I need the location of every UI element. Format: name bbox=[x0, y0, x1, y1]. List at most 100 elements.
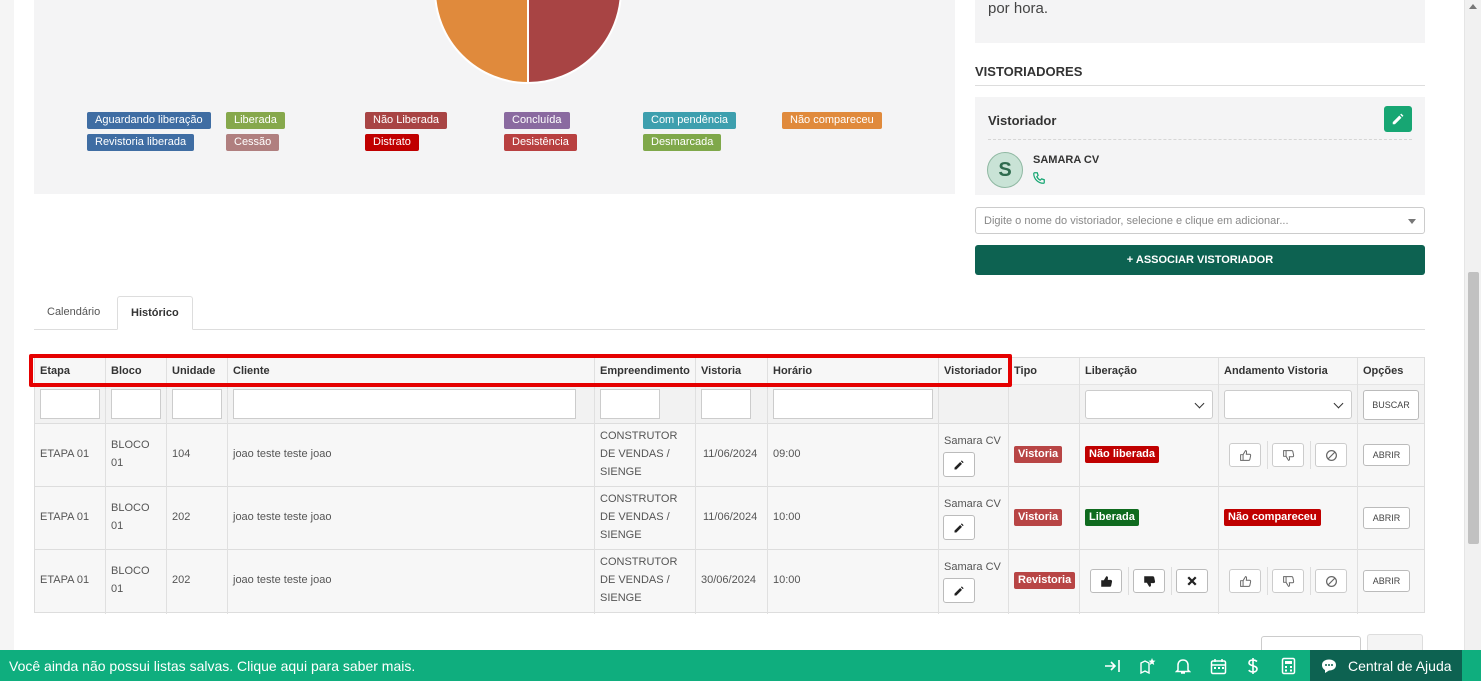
legend-item[interactable]: Concluída bbox=[504, 112, 570, 129]
edit-row-button[interactable] bbox=[943, 515, 975, 540]
calendar-icon[interactable] bbox=[1209, 657, 1227, 675]
no-show-button[interactable] bbox=[1315, 569, 1347, 593]
tab-history[interactable]: Histórico bbox=[117, 296, 193, 330]
cell-bloco: BLOCO 01 bbox=[111, 502, 150, 532]
section-divider bbox=[975, 85, 1425, 86]
separator bbox=[1171, 567, 1172, 595]
inspector-name: SAMARA CV bbox=[1033, 154, 1100, 166]
open-button[interactable]: ABRIR bbox=[1363, 444, 1410, 466]
pie-slice-1[interactable] bbox=[434, 0, 529, 84]
cell-etapa: ETAPA 01 bbox=[40, 448, 90, 460]
legend-item[interactable]: Não compareceu bbox=[782, 112, 882, 129]
type-badge: Revistoria bbox=[1014, 572, 1076, 589]
separator bbox=[1310, 567, 1311, 595]
legend-item[interactable]: Não Liberada bbox=[365, 112, 448, 129]
card-divider bbox=[988, 139, 1412, 140]
release-cancel-button[interactable] bbox=[1176, 569, 1208, 593]
cell-vistoriador: Samara CV bbox=[944, 435, 1001, 447]
reject-button[interactable] bbox=[1272, 569, 1304, 593]
legend-item[interactable]: Com pendência bbox=[643, 112, 737, 129]
dollar-icon[interactable] bbox=[1244, 657, 1262, 675]
associate-inspector-button[interactable]: + ASSOCIAR VISTORIADOR bbox=[975, 245, 1425, 275]
separator bbox=[1128, 567, 1129, 595]
legend-item[interactable]: Desmarcada bbox=[643, 134, 722, 151]
chart-legend: Aguardando liberação Liberada Não Liberada… bbox=[87, 112, 907, 156]
col-divider bbox=[767, 358, 768, 614]
pencil-icon bbox=[1392, 113, 1404, 125]
col-divider bbox=[938, 358, 939, 614]
edit-row-button[interactable] bbox=[943, 452, 975, 477]
scrollbar-thumb[interactable] bbox=[1468, 272, 1479, 544]
close-icon bbox=[1187, 576, 1197, 586]
scroll-up-icon[interactable] bbox=[1469, 4, 1477, 9]
search-button[interactable]: BUSCAR bbox=[1363, 390, 1419, 420]
release-reject-button[interactable] bbox=[1133, 569, 1165, 593]
filter-liberacao-select[interactable] bbox=[1085, 390, 1213, 419]
legend-item[interactable]: Distrato bbox=[365, 134, 419, 151]
vertical-scrollbar[interactable] bbox=[1464, 0, 1481, 650]
col-horario: Horário bbox=[773, 365, 813, 377]
approve-button[interactable] bbox=[1229, 569, 1261, 593]
bell-icon[interactable] bbox=[1174, 657, 1192, 675]
thumbs-down-icon bbox=[1282, 575, 1294, 587]
cell-empreendimento: CONSTRUTOR DE VENDAS / SIENGE bbox=[600, 556, 678, 604]
col-divider bbox=[1008, 358, 1009, 614]
col-divider bbox=[1357, 358, 1358, 614]
saved-lists-message[interactable]: Você ainda não possui listas salvas. Cli… bbox=[9, 658, 415, 674]
cell-unidade: 202 bbox=[172, 574, 191, 586]
filter-bloco-input[interactable] bbox=[111, 389, 161, 419]
inspector-card-title: Vistoriador bbox=[988, 113, 1057, 128]
col-bloco: Bloco bbox=[111, 365, 142, 377]
help-center-label: Central de Ajuda bbox=[1348, 658, 1452, 674]
inspectors-section-title: VISTORIADORES bbox=[975, 64, 1083, 79]
filter-andamento-select[interactable] bbox=[1224, 390, 1352, 419]
thumbs-up-icon bbox=[1239, 575, 1251, 587]
filter-vistoria-input[interactable] bbox=[701, 389, 751, 419]
open-button[interactable]: ABRIR bbox=[1363, 570, 1410, 592]
release-approve-button[interactable] bbox=[1090, 569, 1122, 593]
cell-horario: 10:00 bbox=[773, 511, 801, 523]
edit-row-button[interactable] bbox=[943, 578, 975, 603]
inspector-select-placeholder: Digite o nome do vistoriador, selecione … bbox=[984, 215, 1289, 227]
release-badge: Não liberada bbox=[1085, 446, 1160, 463]
map-star-icon[interactable] bbox=[1139, 657, 1157, 675]
edit-inspector-button[interactable] bbox=[1384, 106, 1412, 132]
no-show-button[interactable] bbox=[1315, 443, 1347, 467]
ban-icon bbox=[1325, 575, 1337, 587]
exit-arrow-icon[interactable] bbox=[1104, 657, 1122, 675]
filter-empreendimento-input[interactable] bbox=[600, 389, 660, 419]
col-etapa: Etapa bbox=[40, 365, 70, 377]
tab-calendar[interactable]: Calendário bbox=[34, 296, 113, 330]
approve-button[interactable] bbox=[1229, 443, 1261, 467]
calculator-icon[interactable] bbox=[1279, 657, 1297, 675]
cell-unidade: 202 bbox=[172, 511, 191, 523]
inspector-select[interactable]: Digite o nome do vistoriador, selecione … bbox=[975, 207, 1425, 234]
pie-slice-0[interactable] bbox=[527, 0, 622, 84]
pencil-icon bbox=[954, 459, 964, 469]
legend-item[interactable]: Revistoria liberada bbox=[87, 134, 195, 151]
phone-icon[interactable] bbox=[1032, 171, 1046, 190]
col-empreendimento: Empreendimento bbox=[600, 365, 690, 377]
legend-item[interactable]: Cessão bbox=[226, 134, 280, 151]
status-chart-panel: Aguardando liberação Liberada Não Liberada… bbox=[34, 0, 955, 194]
col-liberacao: Liberação bbox=[1085, 365, 1137, 377]
open-button[interactable]: ABRIR bbox=[1363, 507, 1410, 529]
release-badge: Liberada bbox=[1085, 509, 1139, 526]
cell-unidade: 104 bbox=[172, 448, 191, 460]
filter-unidade-input[interactable] bbox=[172, 389, 222, 419]
filter-etapa-input[interactable] bbox=[40, 389, 100, 419]
type-badge: Vistoria bbox=[1014, 446, 1063, 463]
legend-item[interactable]: Liberada bbox=[226, 112, 285, 129]
history-table: Etapa Bloco Unidade Cliente Empreendimen… bbox=[34, 357, 1425, 614]
filter-cliente-input[interactable] bbox=[233, 389, 576, 419]
cell-empreendimento: CONSTRUTOR DE VENDAS / SIENGE bbox=[600, 493, 678, 541]
col-vistoriador: Vistoriador bbox=[944, 365, 1002, 377]
help-center-button[interactable]: Central de Ajuda bbox=[1310, 650, 1462, 681]
col-divider bbox=[166, 358, 167, 614]
legend-item[interactable]: Aguardando liberação bbox=[87, 112, 211, 129]
legend-item[interactable]: Desistência bbox=[504, 134, 577, 151]
reject-button[interactable] bbox=[1272, 443, 1304, 467]
col-divider bbox=[105, 358, 106, 614]
filter-horario-input[interactable] bbox=[773, 389, 933, 419]
pencil-icon bbox=[954, 585, 964, 595]
